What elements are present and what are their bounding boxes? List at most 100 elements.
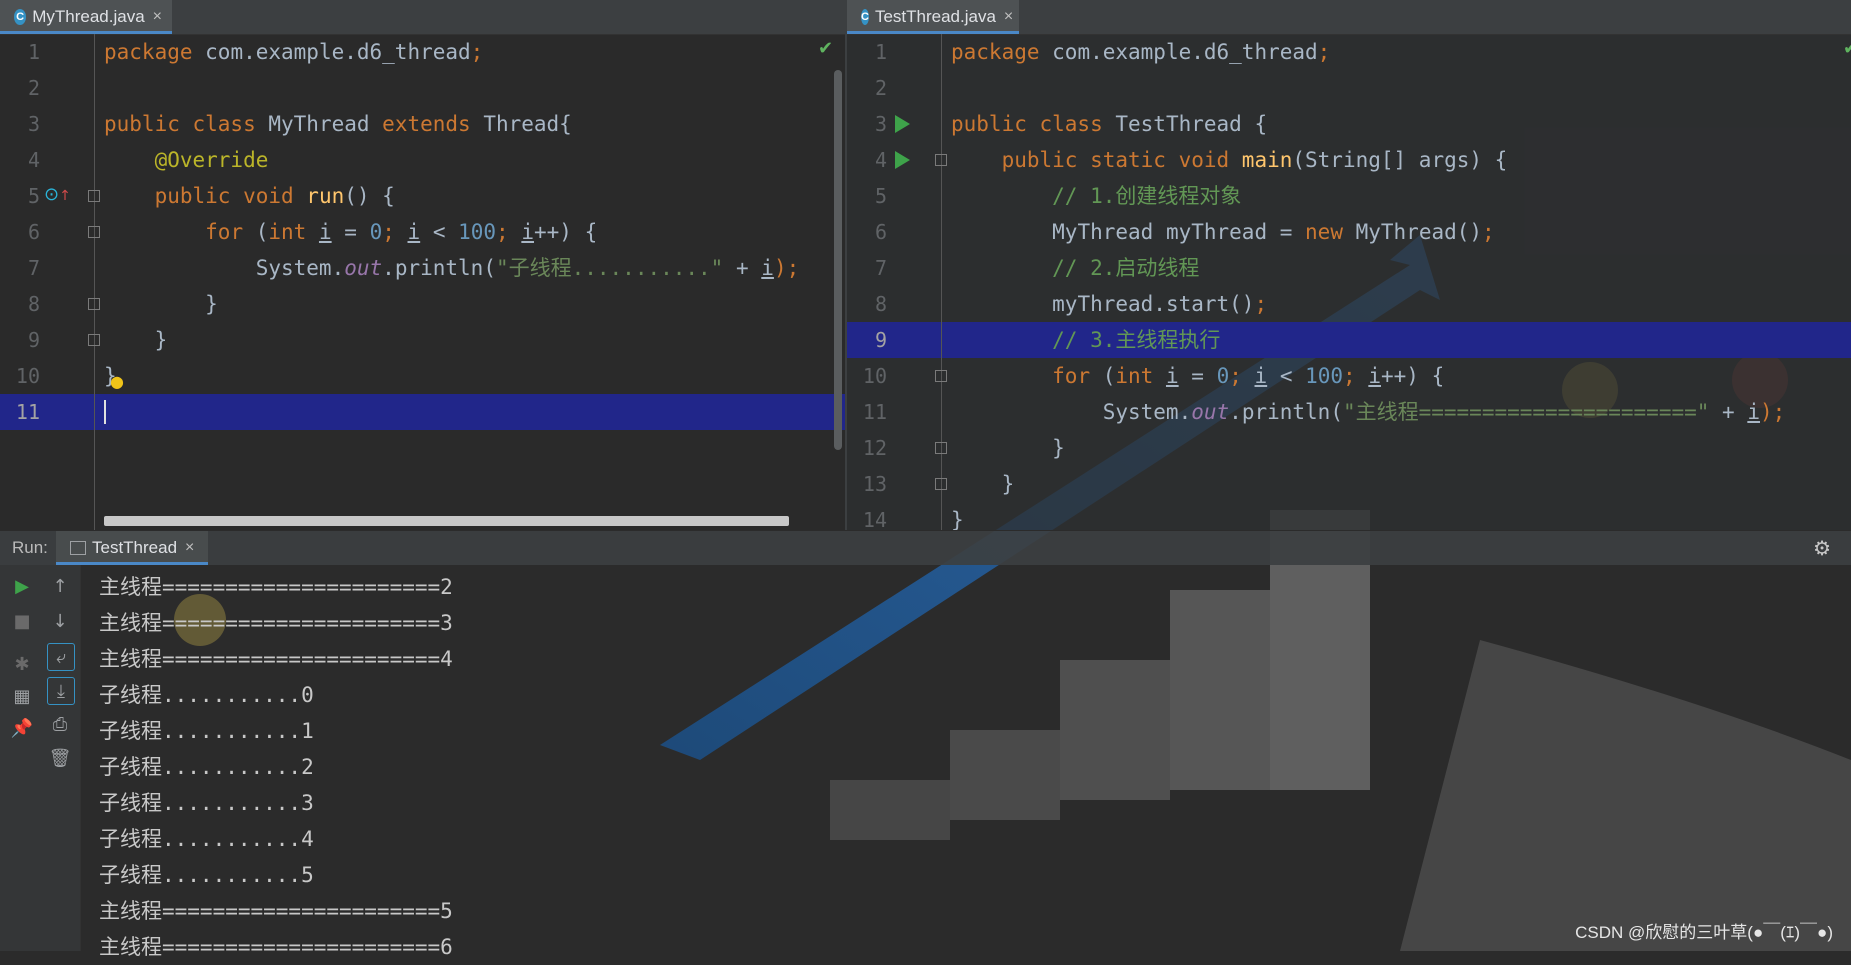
code-token: new	[1305, 220, 1356, 244]
code-token: ++) {	[1381, 364, 1445, 388]
code-token: System.	[1102, 400, 1192, 424]
code-token: ;	[1482, 220, 1495, 244]
checkmark-icon: ✔	[818, 38, 834, 59]
run-toolbar: ▶ ↑ ■ ↓ ⤶ ✱ ⤓ ▦ ⎙ 📌 🗑	[0, 565, 81, 951]
run-icon[interactable]: ▶	[9, 573, 35, 599]
run-label: Run:	[12, 538, 48, 557]
code-token: <	[1267, 364, 1306, 388]
code-token: ;	[1229, 364, 1255, 388]
tab-mythread-java[interactable]: C MyThread.java ×	[0, 0, 172, 34]
line-number: 14	[862, 508, 887, 530]
fold-marker-icon[interactable]	[88, 298, 100, 310]
code-token: i	[1254, 364, 1268, 388]
line-number: 6	[874, 220, 887, 244]
gear-icon[interactable]: ⚙	[1813, 536, 1831, 560]
close-icon[interactable]: ×	[153, 8, 162, 26]
soft-wrap-icon[interactable]: ⤶	[47, 643, 75, 671]
line-number: 10	[15, 364, 40, 388]
line-number: 2	[874, 76, 887, 100]
up-arrow-icon[interactable]: ↑	[47, 573, 73, 599]
code-line: package com.example.d6_thread;	[104, 34, 483, 70]
console-line: 主线程======================2	[99, 575, 453, 599]
code-line: }	[951, 466, 1015, 502]
code-token: @Override	[154, 148, 269, 172]
close-icon[interactable]: ×	[1004, 8, 1013, 26]
code-token: }	[1052, 436, 1065, 460]
lightbulb-icon[interactable]: ●	[110, 372, 124, 391]
line-number: 6	[27, 220, 40, 244]
fold-marker-icon[interactable]	[88, 226, 100, 238]
line-number: 3	[874, 112, 887, 136]
code-token: =	[331, 220, 370, 244]
pin-icon[interactable]: 📌	[9, 715, 35, 741]
scroll-to-end-icon[interactable]: ⤓	[47, 677, 75, 705]
fold-marker-icon[interactable]	[88, 190, 100, 202]
code-token: i	[521, 220, 534, 244]
line-number: 8	[27, 292, 40, 316]
code-line: // 1.创建线程对象	[951, 178, 1241, 214]
console-line: 子线程...........1	[99, 719, 314, 743]
code-token: i	[407, 220, 421, 244]
line-number: 4	[27, 148, 40, 172]
fold-marker-icon[interactable]	[935, 154, 947, 166]
debug-icon[interactable]: ✱	[9, 651, 35, 677]
run-gutter-icon[interactable]	[895, 115, 910, 133]
line-number-gutter: 1 2 3 4 5 6 7 8 9 10 11 12 13 14	[847, 34, 942, 530]
print-icon[interactable]: ⎙	[47, 711, 73, 737]
run-gutter-icon[interactable]	[895, 151, 910, 169]
code-token: package	[951, 40, 1053, 64]
code-token: ;	[382, 220, 408, 244]
tab-testthread-java[interactable]: C TestThread.java ×	[847, 0, 1019, 34]
editor-right: C TestThread.java × 1 2 3 4 5 6 7 8 9 10 11 12 13 14 …	[847, 0, 1851, 530]
line-number: 5	[27, 184, 40, 208]
code-token: // 1.创建线程对象	[1052, 184, 1242, 208]
fold-marker-icon[interactable]	[935, 370, 947, 382]
code-line: }	[104, 286, 218, 322]
watermark: CSDN @欣慰的三叶草(●￣(ｴ)￣●)	[1575, 923, 1833, 942]
code-editor[interactable]: package com.example.d6_thread;public cla…	[104, 34, 845, 530]
code-token: myThread.start()	[1052, 292, 1255, 316]
code-line: public static void main(String[] args) {	[951, 142, 1508, 178]
fold-marker-icon[interactable]	[935, 478, 947, 490]
fold-marker-icon[interactable]	[935, 442, 947, 454]
code-token: i	[1368, 364, 1381, 388]
code-token: // 3.主线程执行	[1052, 328, 1221, 352]
console-output[interactable]: 主线程======================2 主线程===========…	[82, 565, 1851, 959]
code-token: "主线程======================"	[1342, 400, 1710, 424]
editor-scrollbar[interactable]	[834, 70, 842, 450]
console-line: 主线程======================5	[99, 899, 453, 923]
code-line: package com.example.d6_thread;	[951, 34, 1330, 70]
java-class-icon: C	[861, 9, 869, 25]
code-line: }	[951, 502, 964, 530]
down-arrow-icon[interactable]: ↓	[47, 608, 73, 634]
layout-icon[interactable]: ▦	[9, 683, 35, 709]
horizontal-scrollbar[interactable]	[104, 516, 789, 526]
code-token: public class	[951, 112, 1116, 136]
code-token: +	[1709, 400, 1748, 424]
code-editor[interactable]: package com.example.d6_thread;public cla…	[951, 34, 1851, 530]
code-token: com.example.d6_thread	[205, 40, 471, 64]
code-token: ;	[496, 220, 522, 244]
line-number: 12	[862, 436, 887, 460]
code-token: 100	[458, 220, 497, 244]
editor-tab-bar: C TestThread.java ×	[847, 0, 1851, 35]
close-icon[interactable]: ×	[185, 539, 194, 557]
code-token: .println(	[1229, 400, 1343, 424]
code-line: // 3.主线程执行	[951, 322, 1220, 358]
override-marker-icon[interactable]: ⊙↑	[44, 184, 71, 205]
fold-marker-icon[interactable]	[88, 334, 100, 346]
stop-icon[interactable]: ■	[9, 608, 35, 634]
code-token: run	[306, 184, 345, 208]
editor-tab-bar: C MyThread.java ×	[0, 0, 845, 35]
trash-icon[interactable]: 🗑	[47, 745, 73, 771]
code-token: public class	[104, 112, 269, 136]
run-tab-testthread[interactable]: TestThread ×	[56, 531, 209, 565]
code-token: out	[344, 256, 383, 280]
code-line: MyThread myThread = new MyThread();	[951, 214, 1495, 250]
code-token: 0	[369, 220, 383, 244]
